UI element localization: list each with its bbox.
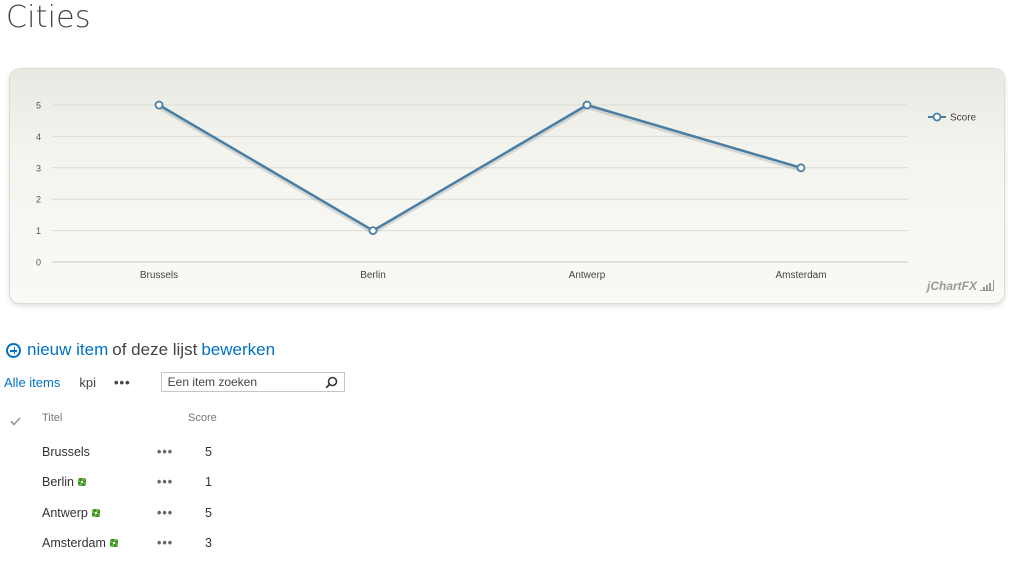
line-chart: 0 1 2 3 4 5 Brussels Berlin Antwerp Amsterdam Scor… <box>36 100 977 282</box>
new-item-connector: of deze lijst <box>112 340 198 359</box>
select-all-check-icon[interactable] <box>10 417 21 426</box>
data-point <box>796 163 806 173</box>
table-row[interactable]: Berlin ••• 1 <box>0 475 300 505</box>
legend-marker <box>932 112 942 122</box>
x-tick-label: Berlin <box>360 270 386 281</box>
page-title: Cities <box>6 0 91 35</box>
new-item-icon <box>91 509 100 517</box>
legend-label: Score <box>950 113 977 124</box>
row-score: 5 <box>205 506 212 520</box>
data-point <box>154 100 164 110</box>
data-point <box>582 100 592 110</box>
y-tick-label: 0 <box>36 258 41 268</box>
row-score: 5 <box>205 445 212 459</box>
new-item-bar: nieuw item of deze lijst bewerken <box>6 340 275 360</box>
row-score: 3 <box>205 536 212 550</box>
chart-brand-logo: jChartFX <box>927 279 994 293</box>
y-tick-label: 3 <box>36 163 41 173</box>
series-line-shadow <box>157 104 802 235</box>
search-box[interactable] <box>160 372 345 392</box>
view-selector: Alle items kpi ••• <box>4 372 345 392</box>
row-title[interactable]: Antwerp <box>42 506 100 520</box>
row-score: 1 <box>205 475 212 489</box>
new-item-icon <box>109 539 118 547</box>
chart-brand-icon <box>980 280 994 291</box>
table-row[interactable]: Brussels ••• 5 <box>0 445 300 475</box>
chart-panel: 0 1 2 3 4 5 Brussels Berlin Antwerp Amsterdam Scor… <box>10 69 1004 303</box>
y-tick-label: 5 <box>36 101 41 111</box>
new-item-icon <box>77 478 86 486</box>
search-input[interactable] <box>161 374 320 390</box>
y-tick-label: 2 <box>36 195 41 205</box>
x-tick-label: Antwerp <box>569 270 606 281</box>
column-header-title[interactable]: Titel <box>42 412 62 424</box>
data-point <box>368 226 378 236</box>
row-more-button[interactable]: ••• <box>157 536 173 550</box>
row-more-button[interactable]: ••• <box>157 475 173 489</box>
view-all-items[interactable]: Alle items <box>4 375 60 390</box>
table-row[interactable]: Antwerp ••• 5 <box>0 506 300 536</box>
y-tick-label: 4 <box>36 132 41 142</box>
edit-list-link[interactable]: bewerken <box>201 340 275 360</box>
x-tick-label: Brussels <box>140 270 178 281</box>
row-more-button[interactable]: ••• <box>157 506 173 520</box>
row-more-button[interactable]: ••• <box>157 445 173 459</box>
add-circle-icon[interactable] <box>6 342 21 358</box>
row-title[interactable]: Berlin <box>42 475 86 489</box>
row-title[interactable]: Amsterdam <box>42 536 118 550</box>
row-title[interactable]: Brussels <box>42 445 90 459</box>
y-tick-label: 1 <box>36 226 41 236</box>
column-header-score[interactable]: Score <box>188 412 217 424</box>
views-more-button[interactable]: ••• <box>114 375 131 390</box>
x-tick-label: Amsterdam <box>775 270 826 281</box>
search-icon[interactable] <box>325 376 338 389</box>
new-item-link[interactable]: nieuw item <box>27 340 108 360</box>
view-kpi[interactable]: kpi <box>79 375 96 390</box>
